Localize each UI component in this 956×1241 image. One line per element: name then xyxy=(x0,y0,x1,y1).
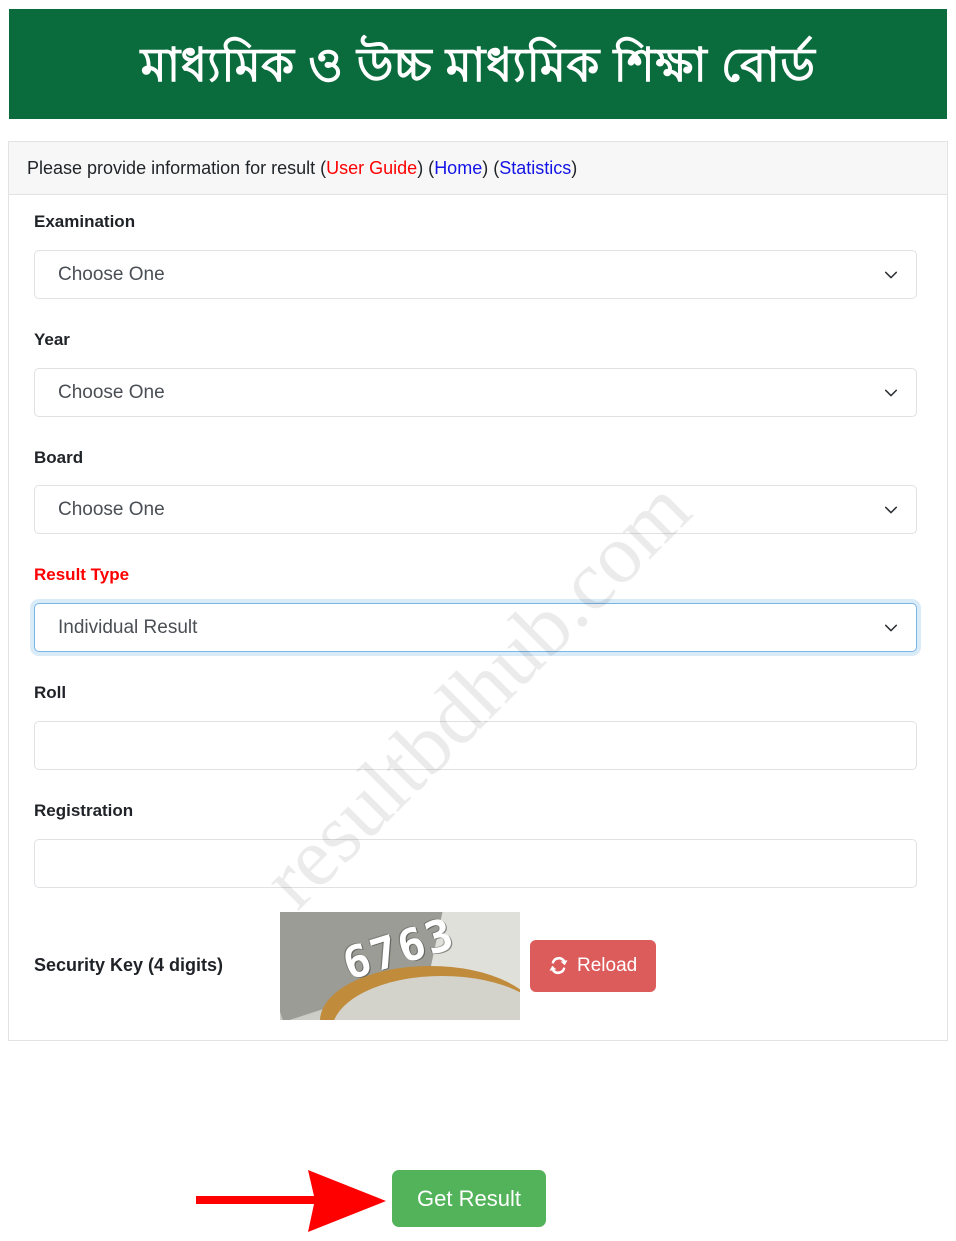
roll-label: Roll xyxy=(34,683,67,703)
user-guide-link[interactable]: User Guide xyxy=(326,158,417,178)
field-group-registration: Registration xyxy=(26,800,930,888)
field-group-board: Board Choose One xyxy=(26,447,930,535)
field-group-security-key: Security Key (4 digits) 6763 Reload xyxy=(34,911,930,1020)
submit-action-area: Get Result xyxy=(0,1162,956,1241)
board-label: Board xyxy=(34,447,84,467)
roll-input[interactable] xyxy=(34,720,917,770)
field-group-examination: Examination Choose One xyxy=(26,212,930,300)
result-type-select-wrap: Individual Result xyxy=(26,603,930,653)
instruction-separator-1: ) ( xyxy=(417,158,435,178)
examination-select[interactable]: Choose One xyxy=(34,250,917,300)
board-select-wrap: Choose One xyxy=(26,485,930,535)
reload-button-label: Reload xyxy=(577,954,638,976)
instruction-bar: Please provide information for result (U… xyxy=(9,142,947,196)
roll-input-wrap xyxy=(26,720,930,770)
instruction-text: Please provide information for result ( xyxy=(27,158,327,178)
result-type-label: Result Type xyxy=(34,565,130,585)
security-key-label: Security Key (4 digits) xyxy=(34,955,224,976)
instruction-separator-2: ) ( xyxy=(482,158,500,178)
examination-select-wrap: Choose One xyxy=(26,250,930,300)
sync-icon xyxy=(549,956,568,975)
registration-input-wrap xyxy=(26,838,930,888)
reload-captcha-button[interactable]: Reload xyxy=(530,939,657,992)
result-type-select[interactable]: Individual Result xyxy=(34,603,917,653)
year-select-wrap: Choose One xyxy=(26,367,930,417)
right-arrow-annotation-icon xyxy=(196,1170,386,1232)
year-select[interactable]: Choose One xyxy=(34,367,917,417)
statistics-link[interactable]: Statistics xyxy=(499,158,571,178)
field-group-roll: Roll xyxy=(26,683,930,770)
page-title: মাধ্যমিক ও উচ্চ মাধ্যমিক শিক্ষা বোর্ড xyxy=(140,37,816,91)
form-body: Examination Choose One Year Choose One B… xyxy=(9,195,947,1039)
registration-input[interactable] xyxy=(34,838,917,888)
examination-label: Examination xyxy=(34,212,136,232)
field-group-result-type: Result Type Individual Result xyxy=(26,565,930,653)
board-header-banner: মাধ্যমিক ও উচ্চ মাধ্যমিক শিক্ষা বোর্ড xyxy=(9,9,947,119)
board-select[interactable]: Choose One xyxy=(34,485,917,535)
captcha-image: 6763 xyxy=(280,911,520,1020)
year-label: Year xyxy=(34,330,70,350)
home-link[interactable]: Home xyxy=(434,158,482,178)
result-form-card: Please provide information for result (U… xyxy=(8,141,948,1041)
instruction-suffix: ) xyxy=(571,158,578,178)
field-group-year: Year Choose One xyxy=(26,330,930,417)
get-result-button[interactable]: Get Result xyxy=(392,1170,546,1227)
registration-label: Registration xyxy=(34,800,134,820)
